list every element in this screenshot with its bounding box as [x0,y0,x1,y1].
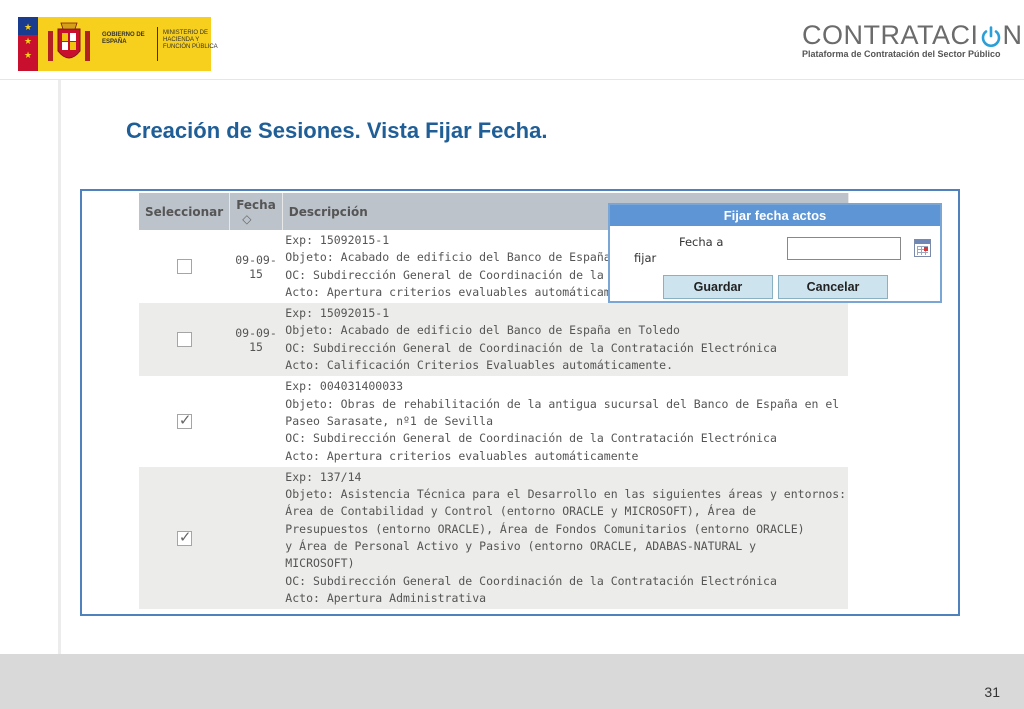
slide-title: Creación de Sesiones. Vista Fijar Fecha. [126,118,548,143]
check-icon: ✓ [178,527,192,546]
desc-line: MICROSOFT) [285,556,355,571]
screenshot-frame: Seleccionar Fecha◇ Descripción 09-09-15 … [80,189,960,616]
desc-line: Exp: 15092015-1 [285,306,390,321]
left-divider [58,80,61,654]
gov-text-gobierno: GOBIERNO DE ESPAÑA [102,32,145,45]
gov-text-ministerio: MINISTERIO DE HACIENDA Y FUNCIÓN PÚBLICA [163,30,218,50]
desc-line: OC: Subdirección General de Coordinación… [285,573,777,588]
contratacion-logo: CONTRATACI N Plataforma de Contratación … [802,20,1022,60]
calendar-icon[interactable] [914,239,931,257]
guardar-button[interactable]: Guardar [663,275,773,299]
desc-line: Paseo Sarasate, nº1 de Sevilla [285,413,494,428]
table-row: 09-09-15 Exp: 15092015-1 Objeto: Acabado… [139,303,849,377]
select-cell [139,303,230,377]
row-checkbox-checked[interactable]: ✓ [176,527,192,546]
desc-line: y Área de Personal Activo y Pasivo (ento… [285,539,757,554]
page-header: ★ ★ ★ GOBIERNO DE ESPAÑA MINISTERIO DE HAC… [0,0,1024,80]
check-icon: ✓ [178,411,192,430]
fecha-cell [229,376,283,467]
table-row: ✓ Exp: 004031400033 Objeto: Obras de reh… [139,376,849,467]
brand-subtitle: Plataforma de Contratación del Sector Pú… [802,49,1001,59]
select-cell: ✓ [139,466,230,610]
fecha-input[interactable] [787,237,901,260]
desc-line: Objeto: Asistencia Técnica para el Desar… [285,487,847,502]
government-logo: ★ ★ ★ GOBIERNO DE ESPAÑA MINISTERIO DE HAC… [18,17,218,71]
desc-line: Objeto: Obras de rehabilitación de la an… [285,396,840,411]
brand-name: CONTRATACI N [802,20,1022,50]
desc-line: Objeto: Acabado de edificio del Banco de… [285,323,680,338]
description-cell: Exp: 004031400033 Objeto: Obras de rehab… [282,376,849,467]
brand-name-part1: CONTRATACI [802,20,979,50]
brand-name-part2: N [1002,20,1023,50]
coat-of-arms-icon [48,22,90,61]
fecha-cell: 09-09-15 [229,303,283,377]
desc-line: Acto: Apertura criterios evaluables auto… [285,448,639,463]
desc-line: Presupuestos (entorno ORACLE), Área de F… [285,521,805,536]
eu-flag-strip: ★ ★ ★ [18,17,38,71]
desc-line: OC: Subdirección General de Coordinación… [285,431,777,446]
cancelar-button[interactable]: Cancelar [778,275,888,299]
table-row: ✓ Exp: 137/14 Objeto: Asistencia Técnica… [139,466,849,610]
desc-line: Área de Contabilidad y Control (entorno … [285,504,757,519]
fijar-fecha-dialog: Fijar fecha actos Fecha a fijar Guardar … [608,203,942,303]
desc-line: Exp: 004031400033 [285,379,403,394]
desc-line: Exp: 137/14 [285,469,362,484]
select-cell [139,230,230,304]
dialog-title: Fijar fecha actos [610,205,940,226]
column-header-seleccionar[interactable]: Seleccionar [139,193,231,230]
row-checkbox-checked[interactable]: ✓ [176,411,192,430]
description-cell: Exp: 15092015-1 Objeto: Acabado de edifi… [282,303,849,377]
desc-line: OC: Subdirección General de Coordinación… [285,340,777,355]
desc-line: Acto: Apertura Administrativa [285,590,487,605]
page-footer: 31 [0,654,1024,709]
sort-updown-icon[interactable]: ◇ [242,212,251,226]
desc-line: Acto: Calificación Criterios Evaluables … [285,358,674,373]
row-checkbox[interactable] [176,332,192,348]
logo-divider [157,27,158,61]
power-icon [980,24,1002,47]
fecha-cell [229,466,283,610]
select-cell: ✓ [139,376,230,467]
page-number: 31 [984,684,1000,700]
fecha-cell: 09-09-15 [229,230,283,304]
fecha-label-line2: fijar [634,251,657,265]
fecha-label-line1: Fecha a [679,235,724,249]
description-cell: Exp: 137/14 Objeto: Asistencia Técnica p… [282,466,849,610]
column-header-fecha[interactable]: Fecha◇ [229,193,283,230]
stars-icon: ★ ★ ★ [23,23,33,61]
row-checkbox[interactable] [176,259,192,275]
